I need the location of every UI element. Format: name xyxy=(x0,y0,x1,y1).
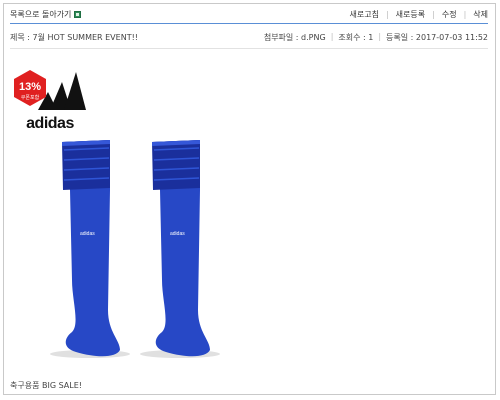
divider: | xyxy=(432,10,435,19)
sock-logo-left: adidas xyxy=(80,231,95,237)
discount-badge: 13% 쿠폰포함 xyxy=(14,70,46,106)
post-title: 제목 : 7월 HOT SUMMER EVENT!! xyxy=(10,33,138,42)
product-image: adidas 13% 쿠폰포함 adidas adidas xyxy=(14,70,220,358)
right-sock: adidas xyxy=(140,140,220,358)
back-to-list-link[interactable]: 목록으로 돌아가기 xyxy=(10,9,82,20)
back-to-list-label: 목록으로 돌아가기 xyxy=(10,10,72,19)
divider: | xyxy=(378,32,382,41)
attachment-link[interactable]: 첨부파일 : d.PNG xyxy=(264,32,326,43)
post-date: 등록일 : 2017-07-03 11:52 xyxy=(386,33,488,42)
divider: | xyxy=(385,10,389,19)
header-divider xyxy=(10,23,488,24)
divider: | xyxy=(463,10,467,19)
edit-button[interactable]: 수정 xyxy=(442,9,457,20)
back-arrow-icon xyxy=(74,11,82,18)
meta-divider xyxy=(10,48,488,49)
left-sock: adidas xyxy=(50,140,130,358)
post-actions: 새로고침 | 새로등록 | 수정 | 삭제 xyxy=(350,9,488,20)
refresh-button[interactable]: 새로고침 xyxy=(350,9,379,20)
sock-logo-right: adidas xyxy=(170,231,185,237)
brand-text: adidas xyxy=(26,115,74,132)
top-toolbar: 목록으로 돌아가기 새로고침 | 새로등록 | 수정 | 삭제 xyxy=(10,8,488,24)
discount-note: 쿠폰포함 xyxy=(21,94,40,101)
discount-percent: 13% xyxy=(19,81,41,93)
post-info: 첨부파일 : d.PNG | 조회수 : 1 | 등록일 : 2017-07-0… xyxy=(264,32,488,43)
post-meta: 제목 : 7월 HOT SUMMER EVENT!! 첨부파일 : d.PNG … xyxy=(10,32,488,46)
view-count: 조회수 : 1 xyxy=(338,33,374,42)
new-post-button[interactable]: 새로등록 xyxy=(396,9,425,20)
post-body-text: 축구용품 BIG SALE! xyxy=(10,381,82,390)
delete-button[interactable]: 삭제 xyxy=(473,9,488,20)
divider: | xyxy=(330,32,334,41)
